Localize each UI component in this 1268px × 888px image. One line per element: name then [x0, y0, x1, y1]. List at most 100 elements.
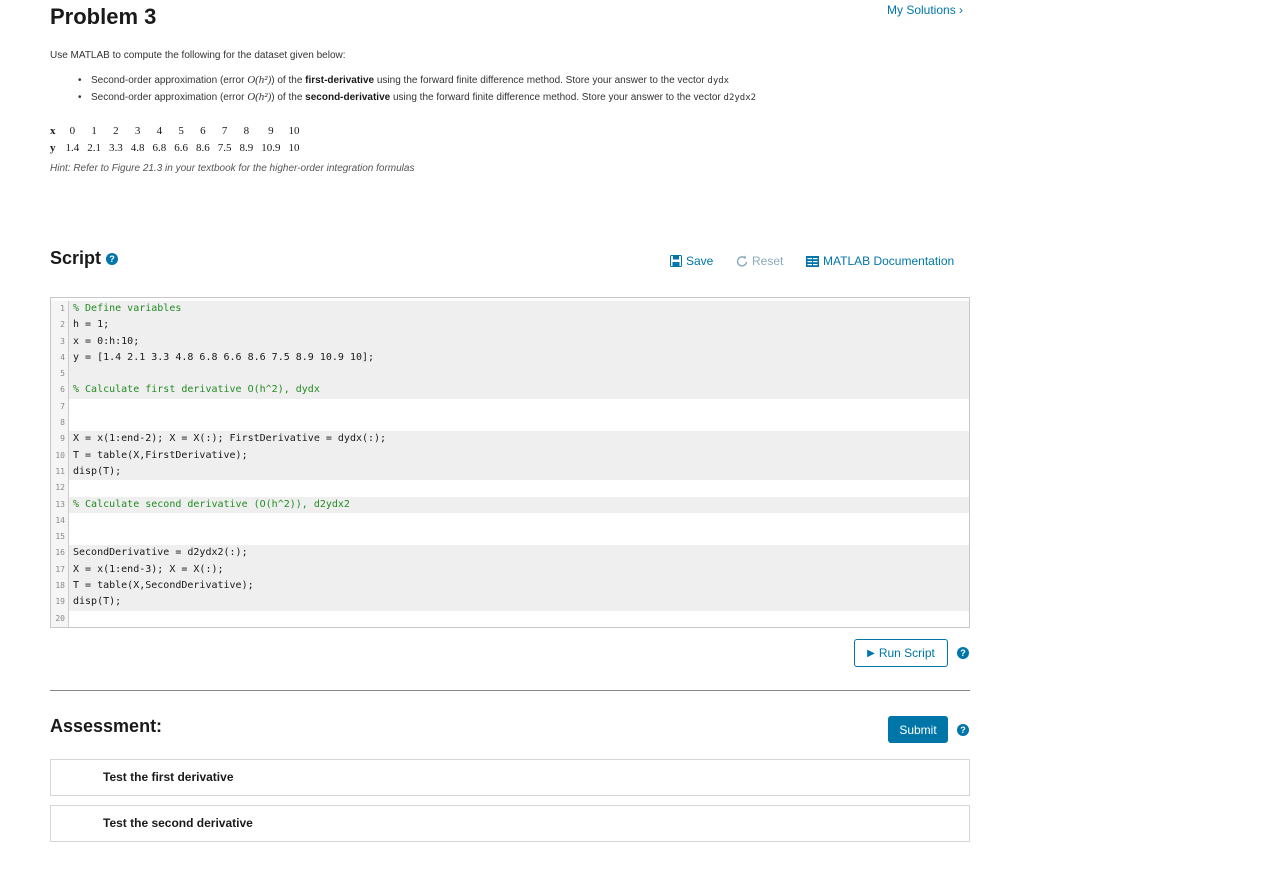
code-line[interactable]: 20	[51, 610, 969, 627]
code-text[interactable]: disp(T);	[69, 594, 121, 610]
code-text[interactable]	[69, 480, 73, 496]
code-line[interactable]: 3x = 0:h:10;	[51, 333, 969, 350]
line-number: 13	[51, 496, 69, 513]
y-value-cell: 1.4	[65, 141, 80, 154]
x-value-cell: 10	[288, 124, 300, 137]
line-number: 19	[51, 594, 69, 611]
code-line[interactable]: 7	[51, 398, 969, 416]
save-icon	[670, 255, 682, 267]
documentation-label: MATLAB Documentation	[823, 254, 955, 268]
code-text[interactable]	[69, 399, 73, 415]
code-line[interactable]: 10 T = table(X,FirstDerivative);	[51, 447, 969, 464]
y-value-cell: 8.6	[196, 141, 210, 154]
code-text[interactable]: X = x(1:end-2); X = X(:); FirstDerivativ…	[69, 431, 386, 447]
y-value-cell: 7.5	[217, 141, 232, 154]
y-value-cell: 6.6	[174, 141, 188, 154]
test-label: Test the second derivative	[103, 816, 253, 830]
line-number: 4	[51, 349, 69, 367]
y-row: y 1.4 2.1 3.3 4.8 6.8 6.6 8.6 7.5 8.9 10.9 10	[50, 139, 304, 156]
line-number: 17	[51, 561, 69, 579]
code-text[interactable]	[69, 366, 73, 382]
x-value-cell: 0	[69, 124, 76, 137]
code-text[interactable]: h = 1;	[69, 317, 109, 333]
x-row: x 0 1 2 3 4 5 6 7 8 9 10	[50, 122, 304, 139]
x-value-cell: 9	[268, 124, 274, 137]
x-value-cell: 2	[113, 124, 119, 137]
script-section: Script ?	[50, 248, 119, 269]
code-line[interactable]: 5	[51, 366, 969, 383]
my-solutions-link[interactable]: My Solutions ›	[887, 3, 963, 17]
code-text[interactable]	[69, 415, 73, 431]
code-line[interactable]: 17 X = x(1:end-3); X = X(:);	[51, 561, 969, 579]
code-line[interactable]: 1% Define variables	[51, 301, 969, 318]
line-number: 16	[51, 545, 69, 562]
y-value-cell: 3.3	[109, 141, 123, 154]
code-comment[interactable]: % Calculate second derivative (O(h^2)), …	[69, 497, 350, 513]
code-comment[interactable]: % Define variables	[69, 301, 181, 317]
code-text[interactable]: T = table(X,SecondDerivative);	[69, 578, 254, 594]
code-comment[interactable]: % Calculate first derivative O(h^2), dyd…	[69, 382, 320, 398]
line-number: 8	[51, 415, 69, 432]
task-list: • Second-order approximation (error O(h²…	[78, 73, 756, 107]
code-text[interactable]: x = 0:h:10;	[69, 334, 139, 350]
y-value-cell: 4.8	[130, 141, 145, 154]
code-line[interactable]: 12	[51, 480, 969, 497]
y-value-cell: 10	[288, 141, 300, 154]
hint-text: Hint: Refer to Figure 21.3 in your textb…	[50, 163, 415, 174]
save-button[interactable]: Save	[670, 254, 713, 268]
y-row-label: y	[50, 141, 56, 154]
y-value-cell: 10.9	[261, 141, 281, 154]
script-editor[interactable]: 1% Define variables 2 h = 1; 3 x = 0:h:10; 4 y…	[50, 297, 970, 628]
line-number: 12	[51, 480, 69, 497]
save-label: Save	[686, 254, 714, 268]
line-number: 14	[51, 512, 69, 530]
line-number: 15	[51, 529, 69, 546]
problem-intro: Use MATLAB to compute the following for …	[50, 50, 346, 61]
x-value-cell: 7	[221, 124, 228, 137]
code-line[interactable]: 14	[51, 512, 969, 530]
code-text[interactable]: y = [1.4 2.1 3.3 4.8 6.8 6.6 8.6 7.5 8.9…	[69, 350, 374, 366]
test-label: Test the first derivative	[103, 770, 234, 784]
x-row-label: x	[50, 124, 56, 137]
code-line[interactable]: 6% Calculate first derivative O(h^2), dy…	[51, 382, 969, 399]
task-item-second-derivative: • Second-order approximation (error O(h²…	[78, 91, 757, 103]
code-line[interactable]: 9X = x(1:end-2); X = X(:); FirstDerivati…	[51, 431, 969, 448]
matlab-documentation-button[interactable]: MATLAB Documentation	[806, 254, 954, 268]
x-value-cell: 4	[156, 124, 163, 137]
code-line[interactable]: 19 disp(T);	[51, 594, 969, 611]
line-number: 9	[51, 431, 69, 448]
reset-icon	[736, 255, 748, 267]
code-text[interactable]: T = table(X,FirstDerivative);	[69, 448, 248, 464]
code-text[interactable]	[69, 611, 73, 627]
code-line[interactable]: 18 T = table(X,SecondDerivative);	[51, 578, 969, 595]
x-value-cell: 8	[243, 124, 250, 137]
play-icon: ▶	[867, 647, 875, 659]
test-item-second-derivative[interactable]: Test the second derivative	[50, 805, 970, 842]
code-line[interactable]: 11 disp(T);	[51, 463, 969, 481]
code-text[interactable]: disp(T);	[69, 464, 121, 480]
x-value-cell: 5	[178, 124, 184, 137]
x-value-cell: 6	[200, 124, 206, 137]
line-number: 3	[51, 333, 69, 350]
code-line[interactable]: 16 SecondDerivative = d2ydx2(:);	[51, 545, 969, 562]
page-title: Problem 3	[50, 4, 157, 29]
code-text[interactable]: X = x(1:end-3); X = X(:);	[69, 562, 224, 578]
run-script-label: Run Script	[878, 646, 935, 660]
script-help-icon[interactable]: ?	[106, 253, 119, 266]
submit-button[interactable]: Submit	[888, 716, 948, 743]
code-line[interactable]: 8	[51, 415, 969, 432]
run-script-help-icon[interactable]: ?	[957, 647, 969, 659]
code-text[interactable]	[69, 529, 73, 545]
reset-button[interactable]: Reset	[736, 254, 783, 268]
code-line[interactable]: 4y = [1.4 2.1 3.3 4.8 6.8 6.6 8.6 7.5 8.…	[51, 349, 969, 367]
code-line[interactable]: 2h = 1;	[51, 317, 969, 334]
submit-help-icon[interactable]: ?	[957, 724, 969, 736]
reset-label: Reset	[752, 254, 784, 268]
code-text[interactable]	[69, 513, 73, 529]
test-item-first-derivative[interactable]: Test the first derivative	[50, 759, 970, 796]
code-text[interactable]: SecondDerivative = d2ydx2(:);	[69, 545, 248, 561]
run-script-button[interactable]: ▶ Run Script	[854, 639, 948, 667]
code-line[interactable]: 13% Calculate second derivative (O(h^2))…	[51, 496, 969, 513]
line-number: 10	[51, 447, 69, 464]
code-line[interactable]: 15	[51, 529, 969, 546]
